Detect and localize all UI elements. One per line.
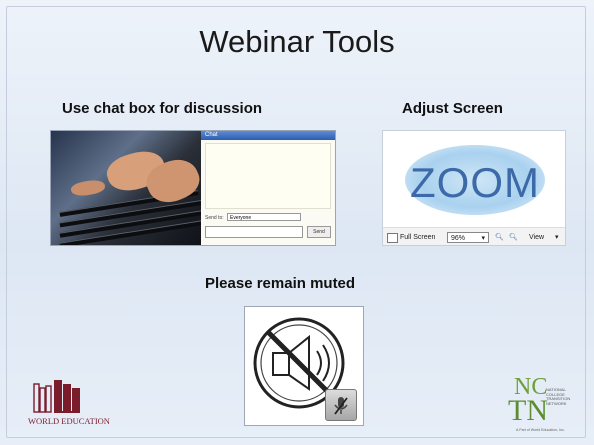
chat-window: Chat Send to: Everyone Send [201, 131, 335, 245]
chat-message-area [205, 143, 331, 209]
world-education-text: WORLD EDUCATION [28, 416, 110, 426]
typing-hands-photo [51, 131, 201, 245]
full-screen-icon [387, 233, 398, 243]
zoom-in-icon: 🔍︎ [495, 234, 504, 241]
chat-titlebar: Chat [201, 131, 335, 140]
nctn-name-text: NATIONAL COLLEGE TRANSITION NETWORK [546, 387, 571, 406]
chat-send-button: Send [307, 226, 331, 238]
dropdown-arrow-icon: ▾ [481, 235, 485, 242]
world-education-mark-icon [33, 380, 80, 413]
zoom-level-value: 96% [451, 235, 466, 242]
zoom-toolbar: Full Screen 96% ▾ 🔍︎ 🔍︎ View ▾ [383, 227, 565, 245]
chat-image: Chat Send to: Everyone Send [50, 130, 336, 246]
view-dropdown-arrow-icon: ▾ [555, 234, 559, 241]
view-label: View [529, 234, 545, 241]
mute-microphone-button [325, 389, 357, 421]
zoom-image: ZOOM Full Screen 96% ▾ 🔍︎ 🔍︎ View ▾ [382, 130, 566, 246]
nctn-logo: NC TN NATIONAL COLLEGE TRANSITION NETWOR… [506, 374, 578, 434]
muted-microphone-icon [334, 397, 348, 415]
zoom-out-icon: 🔍︎ [509, 234, 518, 241]
nctn-letters-bottom: TN [508, 394, 548, 427]
chat-input [205, 226, 303, 238]
full-screen-label: Full Screen [400, 234, 436, 241]
nctn-footer-text: A Part of World Education, Inc. [516, 428, 565, 432]
world-education-logo: WORLD EDUCATION [28, 376, 128, 428]
send-to-label: Send to: [205, 215, 224, 221]
chat-section-label: Use chat box for discussion [62, 100, 263, 117]
zoom-logo-text: ZOOM [410, 159, 540, 206]
zoom-logo: ZOOM [405, 145, 545, 215]
send-to-select: Everyone [227, 213, 301, 221]
zoom-level-select: 96% ▾ [447, 232, 489, 243]
mute-section-label: Please remain muted [205, 275, 356, 292]
zoom-section-label: Adjust Screen [402, 100, 503, 117]
slide-title: Webinar Tools [199, 24, 395, 59]
slide: Webinar Tools Use chat box for discussio… [0, 0, 594, 445]
mute-image [244, 306, 364, 426]
